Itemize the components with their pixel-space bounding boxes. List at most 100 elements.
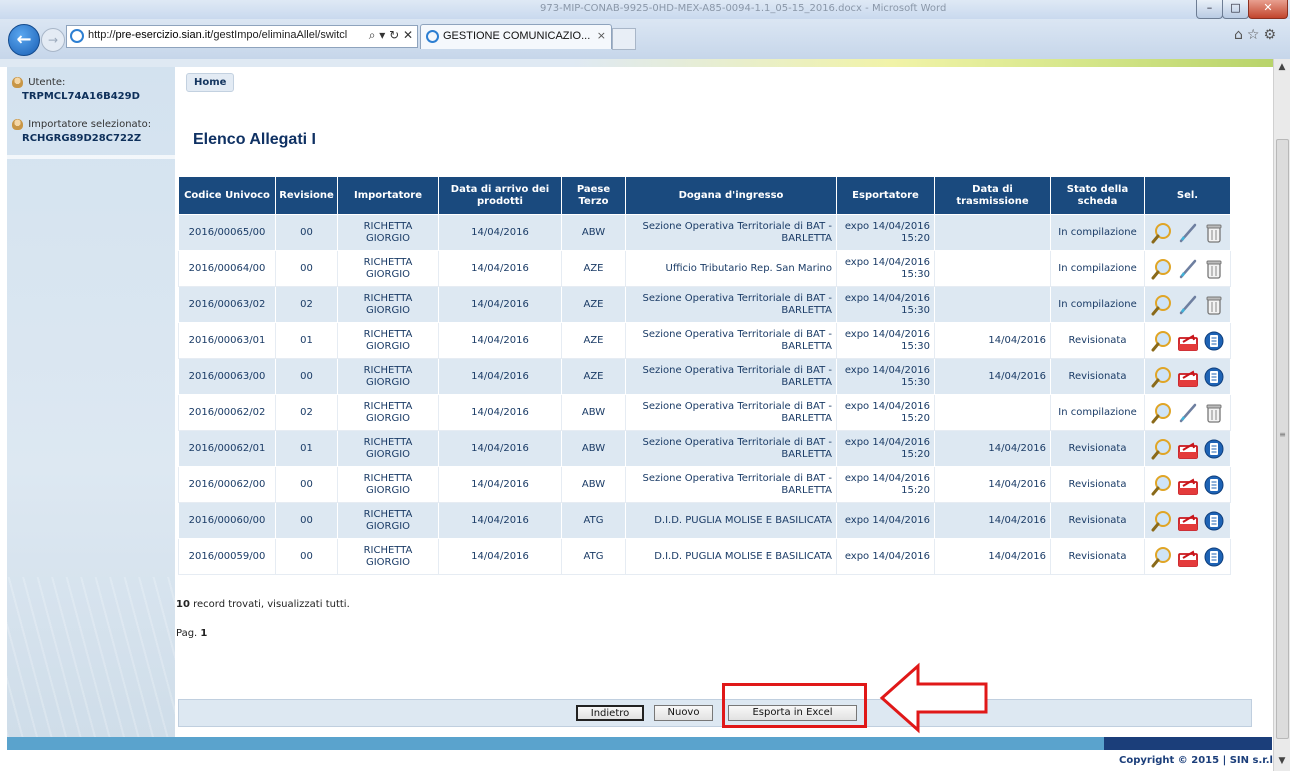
cell-dogana: Sezione Operativa Territoriale di BAT - … <box>625 322 837 359</box>
delete-trash-icon[interactable] <box>1203 258 1225 280</box>
print-pdf-icon[interactable] <box>1177 366 1199 388</box>
minimize-button[interactable]: – <box>1196 0 1223 19</box>
row-actions <box>1145 366 1230 388</box>
cell-sel <box>1144 394 1231 431</box>
col-header[interactable]: Data di arrivo dei prodotti <box>438 176 562 215</box>
view-magnifier-icon[interactable] <box>1151 474 1173 496</box>
cell-codice-univoco: 2016/00063/00 <box>178 358 276 395</box>
row-actions <box>1145 258 1230 280</box>
edit-pencil-icon[interactable] <box>1177 258 1199 280</box>
view-magnifier-icon[interactable] <box>1151 366 1173 388</box>
print-pdf-icon[interactable] <box>1177 510 1199 532</box>
scroll-down-arrow-icon[interactable]: ▼ <box>1274 753 1290 769</box>
cell-sel <box>1144 430 1231 467</box>
document-icon[interactable] <box>1203 510 1225 532</box>
col-header[interactable]: Revisione <box>275 176 338 215</box>
cell-codice-univoco: 2016/00063/02 <box>178 286 276 323</box>
scroll-thumb[interactable]: ≡ <box>1276 139 1289 739</box>
importer-label: Importatore selezionato: <box>28 119 152 130</box>
scroll-up-arrow-icon[interactable]: ▲ <box>1274 59 1290 75</box>
edit-pencil-icon[interactable] <box>1177 294 1199 316</box>
document-icon[interactable] <box>1203 330 1225 352</box>
view-magnifier-icon[interactable] <box>1151 222 1173 244</box>
user-info: Utente: TRPMCL74A16B429D <box>12 77 140 102</box>
cell-dogana: D.I.D. PUGLIA MOLISE E BASILICATA <box>625 538 837 575</box>
cell-revisione: 00 <box>275 250 338 287</box>
table-row: 2016/00062/02 02 RICHETTA GIORGIO 14/04/201… <box>178 394 1231 431</box>
view-magnifier-icon[interactable] <box>1151 258 1173 280</box>
cell-stato-scheda: Revisionata <box>1050 466 1145 503</box>
delete-trash-icon[interactable] <box>1203 294 1225 316</box>
cell-paese-terzo: AZE <box>561 286 626 323</box>
address-bar[interactable]: http://pre-esercizio.sian.it/gestImpo/el… <box>66 25 418 48</box>
row-actions <box>1145 474 1230 496</box>
col-header[interactable]: Esportatore <box>836 176 935 215</box>
document-icon[interactable] <box>1203 438 1225 460</box>
print-pdf-icon[interactable] <box>1177 438 1199 460</box>
sidebar-wheat-decoration <box>7 577 175 737</box>
home-link[interactable]: Home <box>186 73 235 92</box>
view-magnifier-icon[interactable] <box>1151 438 1173 460</box>
cell-data-trasmissione <box>934 214 1051 251</box>
cell-codice-univoco: 2016/00065/00 <box>178 214 276 251</box>
view-magnifier-icon[interactable] <box>1151 546 1173 568</box>
cell-esportatore: expo 14/04/2016 15:30 <box>836 322 935 359</box>
col-header[interactable]: Importatore <box>337 176 439 215</box>
back-arrow-icon[interactable]: ← <box>8 24 40 56</box>
maximize-button[interactable]: □ <box>1222 0 1249 19</box>
col-header[interactable]: Paese Terzo <box>561 176 626 215</box>
header-banner <box>0 59 1274 67</box>
view-magnifier-icon[interactable] <box>1151 330 1173 352</box>
cell-data-trasmissione: 14/04/2016 <box>934 502 1051 539</box>
table-row: 2016/00063/00 00 RICHETTA GIORGIO 14/04/201… <box>178 358 1231 395</box>
tab-close-icon[interactable]: × <box>597 29 606 42</box>
cell-sel <box>1144 286 1231 323</box>
new-tab-button[interactable] <box>612 28 636 50</box>
print-pdf-icon[interactable] <box>1177 546 1199 568</box>
edit-pencil-icon[interactable] <box>1177 402 1199 424</box>
delete-trash-icon[interactable] <box>1203 222 1225 244</box>
cell-stato-scheda: In compilazione <box>1050 250 1145 287</box>
cell-esportatore: expo 14/04/2016 15:30 <box>836 250 935 287</box>
cell-codice-univoco: 2016/00059/00 <box>178 538 276 575</box>
close-window-button[interactable]: ✕ <box>1248 0 1288 19</box>
col-header[interactable]: Stato della scheda <box>1050 176 1145 215</box>
annotation-highlight-box <box>722 683 867 728</box>
cell-esportatore: expo 14/04/2016 15:20 <box>836 214 935 251</box>
table-row: 2016/00062/01 01 RICHETTA GIORGIO 14/04/201… <box>178 430 1231 467</box>
delete-trash-icon[interactable] <box>1203 402 1225 424</box>
view-magnifier-icon[interactable] <box>1151 510 1173 532</box>
address-controls[interactable]: ⌕ ▾ ↻ ✕ <box>369 28 413 43</box>
cell-codice-univoco: 2016/00064/00 <box>178 250 276 287</box>
new-button[interactable]: Nuovo <box>654 705 713 721</box>
edit-pencil-icon[interactable] <box>1177 222 1199 244</box>
cell-importatore: RICHETTA GIORGIO <box>337 214 439 251</box>
print-pdf-icon[interactable] <box>1177 330 1199 352</box>
cell-dogana: Sezione Operativa Territoriale di BAT - … <box>625 394 837 431</box>
cell-revisione: 02 <box>275 394 338 431</box>
cell-paese-terzo: ABW <box>561 394 626 431</box>
cell-data-arrivo: 14/04/2016 <box>438 286 562 323</box>
page-scrollbar[interactable]: ▲ ≡ ▼ <box>1273 59 1290 771</box>
forward-arrow-icon[interactable]: → <box>41 28 65 52</box>
copyright-text: Copyright © 2015 | SIN s.r.l. <box>1119 755 1277 766</box>
url-text[interactable]: http://pre-esercizio.sian.it/gestImpo/el… <box>88 29 348 41</box>
print-pdf-icon[interactable] <box>1177 474 1199 496</box>
view-magnifier-icon[interactable] <box>1151 402 1173 424</box>
table-row: 2016/00062/00 00 RICHETTA GIORGIO 14/04/201… <box>178 466 1231 503</box>
view-magnifier-icon[interactable] <box>1151 294 1173 316</box>
back-button[interactable]: Indietro <box>576 705 644 721</box>
document-icon[interactable] <box>1203 546 1225 568</box>
cell-revisione: 00 <box>275 214 338 251</box>
browser-toolbar-icons[interactable]: ⌂☆⚙ <box>1234 27 1280 43</box>
col-header[interactable]: Dogana d'ingresso <box>625 176 837 215</box>
col-header[interactable]: Codice Univoco <box>178 176 276 215</box>
record-count-text: record trovati, visualizzati tutti. <box>189 599 350 610</box>
col-header[interactable]: Data di trasmissione <box>934 176 1051 215</box>
page-number[interactable]: 1 <box>200 628 207 639</box>
table-row: 2016/00064/00 00 RICHETTA GIORGIO 14/04/201… <box>178 250 1231 287</box>
browser-tab[interactable]: GESTIONE COMUNICAZIO... × <box>420 24 612 49</box>
document-icon[interactable] <box>1203 474 1225 496</box>
document-icon[interactable] <box>1203 366 1225 388</box>
table-row: 2016/00063/02 02 RICHETTA GIORGIO 14/04/201… <box>178 286 1231 323</box>
